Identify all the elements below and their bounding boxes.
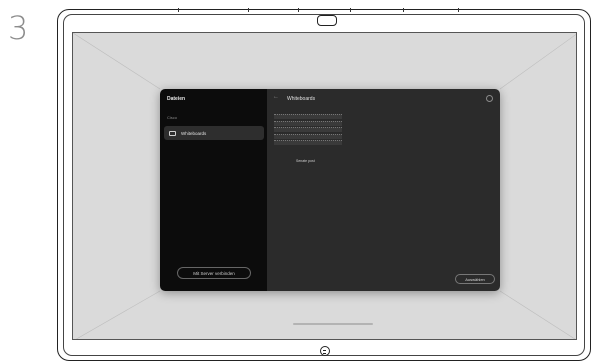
files-sidebar: Dateien Cisco Whiteboards Mit Server ver… xyxy=(160,89,267,291)
file-row[interactable] xyxy=(274,120,342,126)
select-button[interactable]: Auswählen xyxy=(455,274,495,284)
file-row[interactable] xyxy=(274,127,342,132)
home-button-icon[interactable] xyxy=(320,346,330,356)
file-row[interactable] xyxy=(274,114,342,119)
home-indicator[interactable] xyxy=(293,323,373,325)
hardware-tick xyxy=(298,8,299,12)
file-caption: Senate post xyxy=(296,159,315,163)
panel-title: Whiteboards xyxy=(287,95,316,102)
files-main-panel: ← Whiteboards Senate post Auswählen xyxy=(267,89,500,291)
sidebar-item-whiteboards[interactable]: Whiteboards xyxy=(164,126,264,140)
folder-icon xyxy=(169,130,176,136)
file-row[interactable] xyxy=(274,133,342,139)
file-thumbnail-list[interactable] xyxy=(274,114,342,147)
touch-screen: Dateien Cisco Whiteboards Mit Server ver… xyxy=(72,32,577,340)
hardware-tick xyxy=(350,8,351,12)
file-row[interactable] xyxy=(274,140,342,145)
connect-server-button[interactable]: Mit Server verbinden xyxy=(177,267,251,279)
sidebar-title: Dateien xyxy=(167,96,186,102)
hardware-tick xyxy=(403,8,404,12)
sidebar-section-label: Cisco xyxy=(167,115,178,120)
close-icon[interactable] xyxy=(486,95,493,102)
step-number: 3 xyxy=(8,9,29,47)
device-frame: Dateien Cisco Whiteboards Mit Server ver… xyxy=(57,8,591,361)
back-arrow-icon[interactable]: ← xyxy=(273,94,279,100)
hardware-tick xyxy=(458,8,459,12)
files-dialog: Dateien Cisco Whiteboards Mit Server ver… xyxy=(160,89,500,291)
hardware-tick xyxy=(248,8,249,12)
sidebar-item-label: Whiteboards xyxy=(181,130,207,136)
camera-icon xyxy=(317,15,337,26)
hardware-tick xyxy=(178,8,179,12)
